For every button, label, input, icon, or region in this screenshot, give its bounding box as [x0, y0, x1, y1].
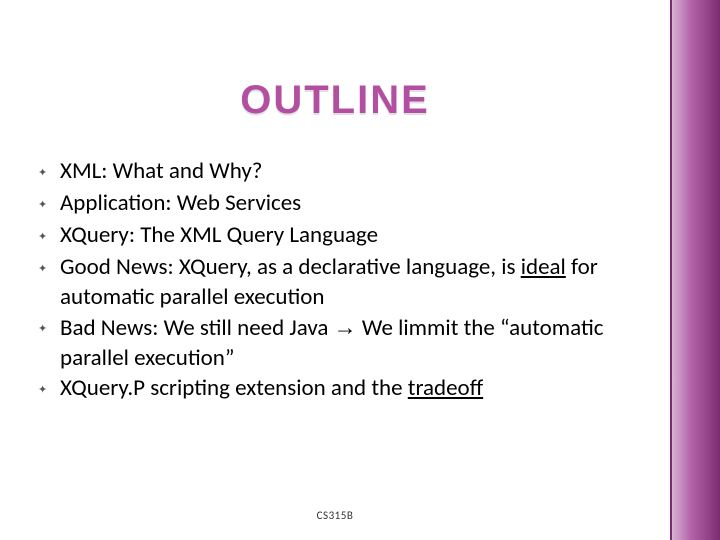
bullet-row: ✦ XML: What and Why? — [38, 156, 643, 188]
bullet-marker: ✦ — [38, 373, 60, 405]
bullet-fragment: Bad News: We still need Java — [60, 314, 334, 342]
slide-title: OUTLINE — [0, 78, 670, 123]
bullet-marker: ✦ — [38, 252, 60, 284]
decorative-sidebar — [672, 0, 720, 540]
bullet-marker: ✦ — [38, 312, 60, 344]
bullet-row: ✦ XQuery: The XML Query Language — [38, 220, 643, 252]
bullet-row: ✦ XQuery.P scripting extension and the t… — [38, 373, 643, 405]
decorative-sidebar-edge — [670, 0, 672, 540]
bullet-underline: tradeoff — [408, 374, 483, 402]
bullet-row: ✦ Application: Web Services — [38, 188, 643, 220]
bullet-row: ✦ Good News: XQuery, as a declarative la… — [38, 252, 643, 312]
bullet-row: ✦ Bad News: We still need Java → We limm… — [38, 312, 643, 373]
bullet-underline: ideal — [521, 253, 566, 281]
bullet-marker: ✦ — [38, 220, 60, 252]
bullet-text: Good News: XQuery, as a declarative lang… — [60, 252, 643, 312]
bullet-text: XQuery.P scripting extension and the tra… — [60, 373, 643, 403]
bullet-text: XQuery: The XML Query Language — [60, 220, 643, 250]
bullet-text: XML: What and Why? — [60, 156, 643, 186]
bullet-marker: ✦ — [38, 188, 60, 220]
bullet-text: Bad News: We still need Java → We limmit… — [60, 312, 643, 373]
bullets-container: ✦ XML: What and Why? ✦ Application: Web … — [38, 156, 643, 405]
arrow-icon: → — [334, 314, 357, 340]
bullet-fragment: Good News: XQuery, as a declarative lang… — [60, 253, 521, 281]
bullet-marker: ✦ — [38, 156, 60, 188]
bullet-text: Application: Web Services — [60, 188, 643, 218]
slide-footer: CS315B — [0, 509, 670, 522]
bullet-fragment: XQuery.P scripting extension and the — [60, 374, 408, 402]
